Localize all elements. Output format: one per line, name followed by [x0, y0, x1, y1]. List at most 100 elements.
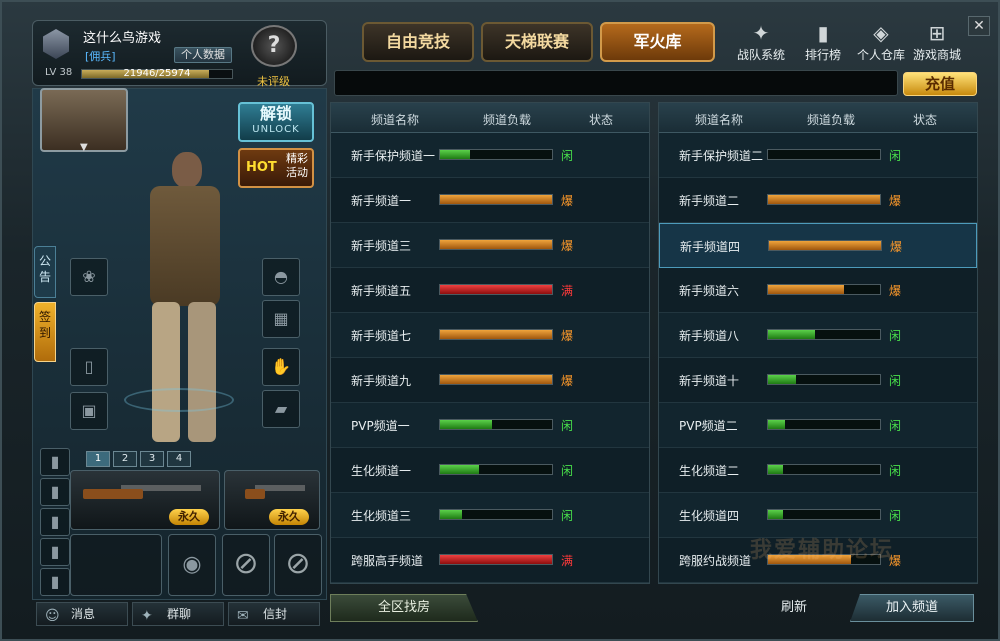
- channel-load-bar: [439, 149, 553, 160]
- channel-row[interactable]: 生化频道二 闲: [659, 448, 977, 493]
- channel-row[interactable]: 生化频道一 闲: [331, 448, 649, 493]
- tab-free-battle[interactable]: 自由竞技: [362, 22, 474, 62]
- weapon-set-tab-4[interactable]: 4: [167, 451, 191, 467]
- channel-name: 新手保护频道二: [679, 149, 764, 163]
- primary-weapon-slot[interactable]: 永久: [70, 470, 220, 530]
- nav-warehouse-label: 个人仓库: [856, 48, 905, 62]
- channel-row[interactable]: 生化频道三 闲: [331, 493, 649, 538]
- channel-row[interactable]: 新手保护频道二 闲: [659, 133, 977, 178]
- channel-row[interactable]: 新手频道九 爆: [331, 358, 649, 403]
- find-room-button[interactable]: 全区找房: [330, 594, 478, 622]
- channel-load-fill: [440, 195, 552, 204]
- nav-store-label: 游戏商城: [912, 48, 961, 62]
- channel-status: 闲: [561, 509, 574, 523]
- ammo-slot-5[interactable]: ▮: [40, 568, 70, 596]
- ammo-slot-2[interactable]: ▮: [40, 478, 70, 506]
- channel-row[interactable]: 新手频道四 爆: [659, 223, 977, 268]
- channel-name: PVP频道二: [679, 419, 738, 433]
- channel-row[interactable]: 新手保护频道一 闲: [331, 133, 649, 178]
- weapon-set-tab-1[interactable]: 1: [86, 451, 110, 467]
- close-button[interactable]: ✕: [968, 16, 990, 36]
- hot-events-button[interactable]: HOT 精彩活动: [238, 148, 314, 188]
- empty-slot-icon[interactable]: ⊘: [274, 534, 322, 596]
- nav-team-system[interactable]: ✦ 战队系统: [732, 22, 790, 63]
- accessory-slot[interactable]: ▯: [70, 348, 108, 386]
- backpack-slot[interactable]: ▣: [70, 392, 108, 430]
- recharge-button[interactable]: 充值: [903, 72, 977, 96]
- player-level: LV 38: [45, 67, 73, 78]
- melee-weapon-slot[interactable]: [70, 534, 162, 596]
- unlock-button[interactable]: 解锁 UNLOCK: [238, 102, 314, 142]
- secondary-weapon-slot[interactable]: 永久: [224, 470, 320, 530]
- personal-data-button[interactable]: 个人数据: [174, 47, 232, 63]
- channel-row[interactable]: 新手频道一 爆: [331, 178, 649, 223]
- teddy-bear-slot[interactable]: ❀: [70, 258, 108, 296]
- tab-ladder-league[interactable]: 天梯联赛: [481, 22, 593, 62]
- channel-load-fill: [768, 420, 785, 429]
- messages-label: 消息: [71, 607, 96, 621]
- channel-load-bar: [439, 509, 553, 520]
- channel-load-bar: [439, 239, 553, 250]
- side-tab-signin[interactable]: 签到: [34, 302, 56, 362]
- header-channel-load: 频道负载: [483, 113, 532, 127]
- channel-row[interactable]: 新手频道七 爆: [331, 313, 649, 358]
- channel-status: 爆: [561, 329, 574, 343]
- channel-load-fill: [440, 420, 492, 429]
- channel-name: 跨服高手频道: [351, 554, 424, 568]
- channel-row[interactable]: 跨服高手频道 满: [331, 538, 649, 583]
- gloves-slot[interactable]: ✋: [262, 348, 300, 386]
- armor-slot[interactable]: ▦: [262, 300, 300, 338]
- permanent-badge: 永久: [169, 509, 209, 525]
- ammo-slot-4[interactable]: ▮: [40, 538, 70, 566]
- channel-row[interactable]: PVP频道二 闲: [659, 403, 977, 448]
- channel-load-bar: [439, 374, 553, 385]
- join-channel-button[interactable]: 加入频道: [850, 594, 974, 622]
- tab-armory[interactable]: 军火库: [600, 22, 715, 62]
- channel-row[interactable]: 新手频道五 满: [331, 268, 649, 313]
- channel-row[interactable]: 新手频道二 爆: [659, 178, 977, 223]
- channel-row[interactable]: 新手频道三 爆: [331, 223, 649, 268]
- chevron-down-icon[interactable]: ▼: [80, 142, 88, 153]
- nav-store[interactable]: ⊞ 游戏商城: [908, 22, 966, 63]
- mail-button[interactable]: ✉ 信封: [228, 602, 320, 626]
- nav-warehouse[interactable]: ◈ 个人仓库: [852, 22, 910, 63]
- rating-emblem-icon[interactable]: ?: [251, 25, 297, 67]
- ammo-slot-1[interactable]: ▮: [40, 448, 70, 476]
- channel-name: 生化频道一: [351, 464, 412, 478]
- boots-slot[interactable]: ▰: [262, 390, 300, 428]
- game-lobby-window: 这什么鸟游戏 [佣兵] 个人数据 LV 38 21946/25974 ? 未评级…: [0, 0, 1000, 641]
- side-tab-notice[interactable]: 公告: [34, 246, 56, 298]
- channel-name: 跨服约战频道: [679, 554, 752, 568]
- exp-bar: 21946/25974: [81, 68, 233, 79]
- channel-name: 生化频道二: [679, 464, 740, 478]
- watermark: 我爱辅助论坛: [750, 538, 895, 563]
- weapon-set-tab-2[interactable]: 2: [113, 451, 137, 467]
- channel-load-fill: [440, 555, 552, 564]
- group-chat-button[interactable]: ✦ 群聊: [132, 602, 224, 626]
- channel-load-bar: [439, 419, 553, 430]
- channel-name: 新手频道一: [351, 194, 412, 208]
- channel-name: 生化频道四: [679, 509, 740, 523]
- channel-status: 闲: [889, 509, 902, 523]
- refresh-button[interactable]: 刷新: [754, 594, 834, 622]
- weapon-set-tab-3[interactable]: 3: [140, 451, 164, 467]
- header-status: 状态: [913, 113, 938, 127]
- helmet-slot[interactable]: ◓: [262, 258, 300, 296]
- rotate-ring[interactable]: [124, 388, 234, 412]
- ammo-slot-3[interactable]: ▮: [40, 508, 70, 536]
- hot-tag: HOT: [246, 160, 277, 175]
- nav-ranking[interactable]: ▮ 排行榜: [794, 22, 852, 63]
- channel-row[interactable]: 新手频道八 闲: [659, 313, 977, 358]
- channel-row[interactable]: PVP频道一 闲: [331, 403, 649, 448]
- channel-row[interactable]: 新手频道十 闲: [659, 358, 977, 403]
- channel-load-fill: [440, 510, 463, 519]
- grenade-slot[interactable]: ◉: [168, 534, 216, 596]
- channel-load-bar: [439, 464, 553, 475]
- channel-name: 新手保护频道一: [351, 149, 436, 163]
- team-icon: ✦: [752, 21, 770, 45]
- channel-name: PVP频道一: [351, 419, 410, 433]
- channel-name: 新手频道六: [679, 284, 740, 298]
- channel-row[interactable]: 新手频道六 爆: [659, 268, 977, 313]
- empty-slot-icon[interactable]: ⊘: [222, 534, 270, 596]
- messages-button[interactable]: ☺ 消息: [36, 602, 128, 626]
